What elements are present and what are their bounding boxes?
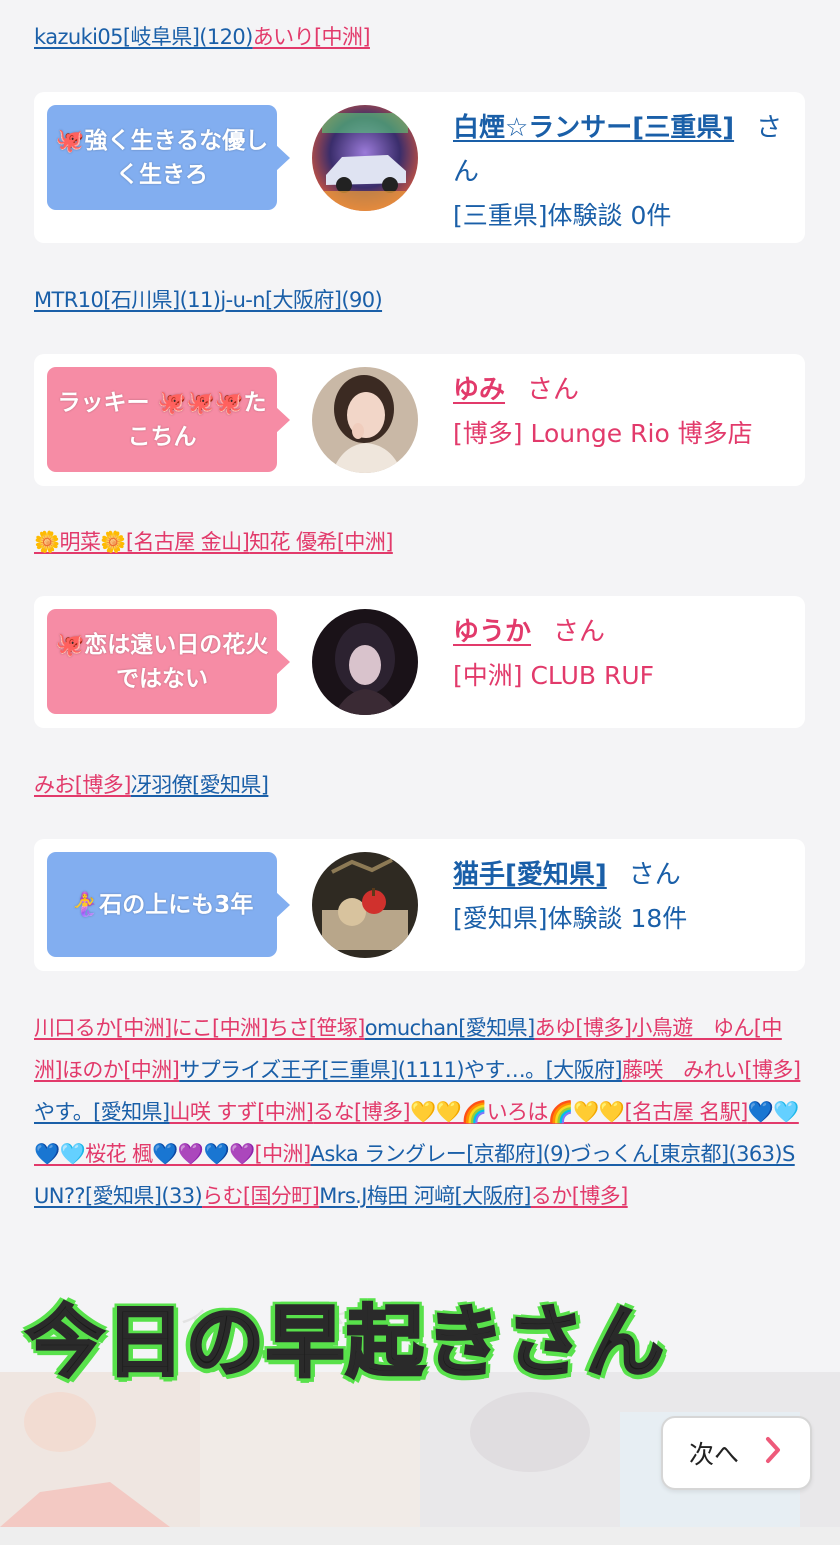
- user-name-link[interactable]: ゆみ: [453, 375, 505, 405]
- user-subtitle: [三重県]体験談 0件: [453, 201, 672, 230]
- user-link[interactable]: るな[博多]💛💛🌈いろは🌈💛💛[名古屋 名駅]: [313, 1100, 748, 1124]
- user-link[interactable]: みお[博多]: [34, 773, 131, 797]
- user-link[interactable]: サプライズ王子[三重県](1111): [179, 1058, 464, 1082]
- user-link[interactable]: MTR10[石川県](11): [34, 288, 221, 312]
- user-link[interactable]: 藤咲 みれい[博多]: [622, 1058, 801, 1082]
- chevron-right-icon: [765, 1436, 781, 1470]
- user-link[interactable]: j-u-n[大阪府](90): [220, 288, 382, 312]
- user-link[interactable]: やす。[愛知県]: [34, 1100, 170, 1124]
- user-link[interactable]: 川口るか[中洲]: [34, 1016, 172, 1040]
- next-button-label: 次へ: [689, 1440, 740, 1469]
- user-link[interactable]: Aska ラングレー[京都府](9): [311, 1142, 572, 1166]
- user-card[interactable]: 🐙恋は遠い日の花火ではない ゆうか さん [中洲] CLUB RUF: [34, 596, 805, 728]
- user-link[interactable]: omuchan[愛知県]: [365, 1016, 535, 1040]
- comment-bubble: 🐙恋は遠い日の花火ではない: [47, 609, 290, 714]
- user-link[interactable]: Mrs.J梅田 河﨑[大阪府]: [319, 1184, 531, 1208]
- comment-bubble: ラッキー 🐙🐙🐙たこちん: [47, 367, 290, 472]
- avatar[interactable]: [312, 609, 418, 715]
- recent-users-line-1: kazuki05[岐阜県](120)あいり[中洲]: [34, 16, 806, 58]
- bottom-bar: [0, 1527, 840, 1545]
- user-name-link[interactable]: 猫手[愛知県]: [453, 860, 607, 890]
- user-link[interactable]: 冴羽僚[愛知県]: [131, 773, 269, 797]
- user-link[interactable]: あゆ[博多]: [535, 1016, 632, 1040]
- user-subtitle: [愛知県]体験談 18件: [453, 904, 688, 933]
- user-link[interactable]: やす…。[大阪府]: [464, 1058, 623, 1082]
- honorific: さん: [553, 617, 606, 647]
- honorific: さん: [527, 375, 580, 405]
- comment-bubble: 🧜‍♀️石の上にも3年: [47, 852, 290, 957]
- comment-bubble: 🐙強く生きるな優しく生きろ: [47, 105, 290, 210]
- user-card[interactable]: 🐙強く生きるな優しく生きろ 白煙☆ランサー[三重県] さん [三重県]体験談 0件: [34, 92, 805, 243]
- user-link[interactable]: kazuki05[岐阜県](120): [34, 25, 253, 49]
- recent-users-line-2: MTR10[石川県](11)j-u-n[大阪府](90): [34, 279, 806, 321]
- avatar[interactable]: [312, 105, 418, 211]
- user-link[interactable]: にこ[中洲]: [172, 1016, 269, 1040]
- user-link[interactable]: づっくん[東京都](363): [571, 1142, 783, 1166]
- avatar[interactable]: [312, 852, 418, 958]
- background-photo: [0, 1372, 420, 1527]
- user-subtitle: [博多] Lounge Rio 博多店: [453, 419, 753, 448]
- honorific: さん: [628, 860, 681, 890]
- user-link[interactable]: るか[博多]: [531, 1184, 628, 1208]
- recent-users-line-3: 🌼明菜🌼[名古屋 金山]知花 優希[中洲]: [34, 521, 806, 563]
- overlay-title: 今日の早起きさん: [25, 1297, 667, 1390]
- recent-users-line-4: みお[博多]冴羽僚[愛知県]: [34, 764, 806, 806]
- avatar[interactable]: [312, 367, 418, 473]
- recent-users-block: 川口るか[中洲]にこ[中洲]ちさ[笹塚]omuchan[愛知県]あゆ[博多]小鳥…: [34, 1007, 806, 1217]
- user-link[interactable]: ちさ[笹塚]: [268, 1016, 365, 1040]
- user-link[interactable]: 山咲 すず[中洲]: [170, 1100, 314, 1124]
- user-link[interactable]: 🌼明菜🌼[名古屋 金山]: [34, 530, 250, 554]
- user-link[interactable]: 知花 優希[中洲]: [249, 530, 393, 554]
- next-button[interactable]: 次へ: [661, 1416, 812, 1490]
- user-card[interactable]: ラッキー 🐙🐙🐙たこちん ゆみ さん [博多] Lounge Rio 博多店: [34, 354, 805, 486]
- user-link[interactable]: らむ[国分町]: [202, 1184, 320, 1208]
- user-name-link[interactable]: ゆうか: [453, 617, 531, 647]
- user-card[interactable]: 🧜‍♀️石の上にも3年 猫手[愛知県] さん [愛知県]体験談 18件: [34, 839, 805, 971]
- user-link[interactable]: あいり[中洲]: [253, 25, 371, 49]
- user-name-link[interactable]: 白煙☆ランサー[三重県]: [453, 113, 734, 143]
- user-link[interactable]: ほのか[中洲]: [62, 1058, 180, 1082]
- user-subtitle: [中洲] CLUB RUF: [453, 661, 655, 690]
